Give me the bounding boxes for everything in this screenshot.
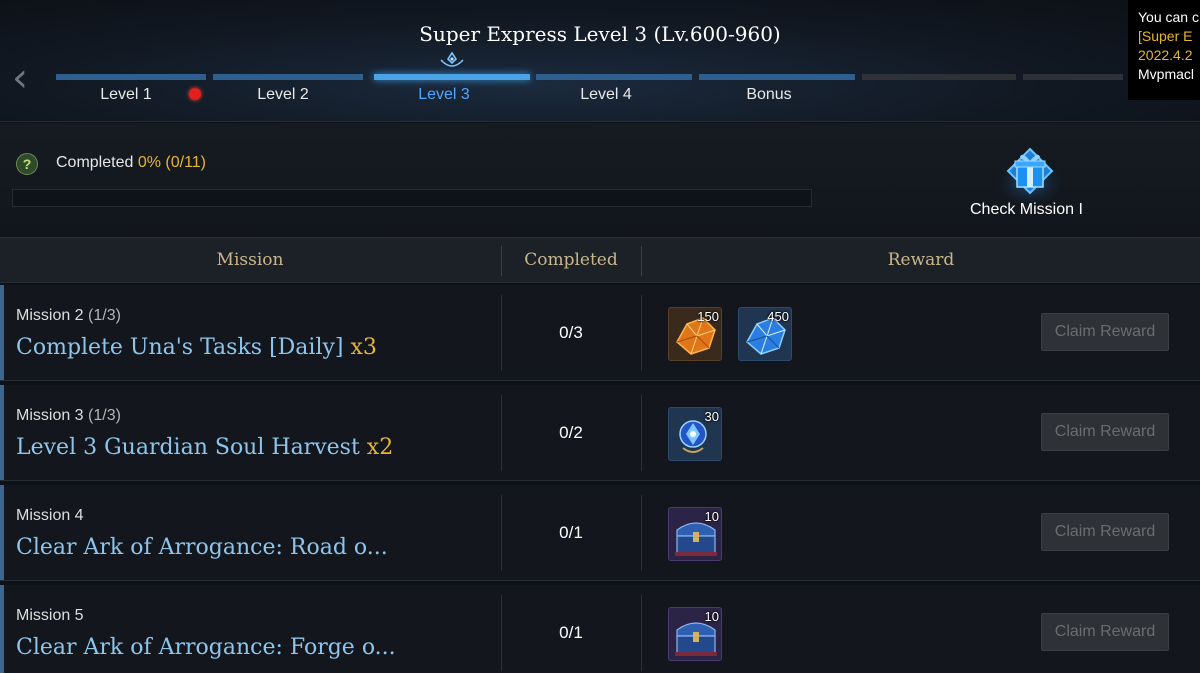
mission-progress: (1/3)	[88, 407, 121, 424]
mission-table-header: Mission Completed Reward	[0, 237, 1200, 283]
reward-quantity: 30	[704, 409, 719, 424]
blue-chest-icon[interactable]: 10	[668, 607, 722, 661]
notice-line: Mvpmacl	[1138, 66, 1195, 82]
notice-line: 2022.4.2	[1138, 47, 1193, 63]
table-row: Mission 5 Clear Ark of Arrogance: Forge …	[0, 585, 1200, 673]
tab-level-1[interactable]: Level 1	[56, 74, 206, 114]
alert-dot-icon	[189, 88, 201, 100]
mission-name: Mission 4	[16, 507, 84, 524]
reward-quantity: 10	[704, 609, 719, 624]
tab-label: Level 1	[100, 86, 152, 103]
level-tabs: Level 1 Level 2 Level 3 Level 4 Bonus	[56, 74, 1200, 114]
mission-name: Mission 3 (1/3)	[16, 407, 121, 424]
help-icon[interactable]: ?	[16, 153, 38, 175]
task-multiplier: x2	[366, 435, 394, 460]
mission-progress: (1/3)	[88, 307, 121, 324]
mission-task: Level 3 Guardian Soul Harvest x2	[16, 435, 394, 460]
claim-reward-button[interactable]: Claim Reward	[1041, 513, 1169, 551]
notice-line: [Super E	[1138, 28, 1193, 44]
completed-count: 0/2	[559, 423, 583, 442]
mission-name: Mission 2 (1/3)	[16, 307, 121, 324]
mission-task: Complete Una's Tasks [Daily] x3	[16, 335, 377, 360]
tab-label: Level 2	[257, 86, 309, 103]
completed-percent: 0% (0/11)	[137, 154, 207, 171]
claim-reward-button[interactable]: Claim Reward	[1041, 613, 1169, 651]
tab-bonus[interactable]: Bonus	[699, 74, 855, 114]
tab-level-3[interactable]: Level 3	[374, 74, 530, 114]
reward-quantity: 10	[704, 509, 719, 524]
tab-locked	[1023, 74, 1123, 114]
table-row: Mission 3 (1/3) Level 3 Guardian Soul Ha…	[0, 385, 1200, 481]
tab-label: Bonus	[746, 86, 792, 103]
side-notice: You can c [Super E 2022.4.2 Mvpmacl	[1128, 0, 1200, 100]
tab-locked	[862, 74, 1016, 114]
active-level-emblem-icon	[440, 51, 464, 67]
column-header-completed: Completed	[524, 250, 618, 270]
completed-count: 0/1	[559, 523, 583, 542]
notice-line: You can c	[1138, 9, 1199, 25]
table-row: Mission 4 Clear Ark of Arrogance: Road o…	[0, 485, 1200, 581]
tab-level-4[interactable]: Level 4	[536, 74, 692, 114]
tab-level-2[interactable]: Level 2	[213, 74, 363, 114]
mission-task: Clear Ark of Arrogance: Forge o...	[16, 635, 396, 660]
claim-reward-button[interactable]: Claim Reward	[1041, 413, 1169, 451]
guardian-soul-gem-icon[interactable]: 30	[668, 407, 722, 461]
super-express-header: ‹ Super Express Level 3 (Lv.600-960) Lev…	[0, 0, 1200, 122]
page-title: Super Express Level 3 (Lv.600-960)	[419, 22, 781, 46]
orange-crystal-icon[interactable]: 150	[668, 307, 722, 361]
blue-chest-icon[interactable]: 10	[668, 507, 722, 561]
chevron-left-icon[interactable]: ‹	[12, 56, 42, 100]
progress-bar	[12, 189, 812, 207]
completed-count: 0/3	[559, 323, 583, 342]
column-header-reward: Reward	[887, 250, 955, 270]
completed-label: Completed	[56, 154, 134, 171]
check-mission-label: Check Mission I	[970, 201, 1083, 218]
column-header-mission: Mission	[216, 250, 284, 270]
claim-reward-button[interactable]: Claim Reward	[1041, 313, 1169, 351]
blue-crystal-icon[interactable]: 450	[738, 307, 792, 361]
reward-quantity: 450	[767, 309, 789, 324]
gift-icon	[992, 147, 1068, 207]
completed-count: 0/1	[559, 623, 583, 642]
completed-summary: Completed 0% (0/11)	[56, 154, 206, 172]
reward-quantity: 150	[697, 309, 719, 324]
task-multiplier: x3	[350, 335, 377, 360]
mission-task: Clear Ark of Arrogance: Road o...	[16, 535, 388, 560]
tab-label: Level 4	[580, 86, 632, 103]
tab-label: Level 3	[418, 86, 470, 103]
progress-section: ? Completed 0% (0/11) Check Mission I	[0, 123, 1200, 236]
mission-name: Mission 5	[16, 607, 84, 624]
check-mission-button[interactable]: Check Mission I	[960, 141, 1100, 231]
table-row: Mission 2 (1/3) Complete Una's Tasks [Da…	[0, 285, 1200, 381]
